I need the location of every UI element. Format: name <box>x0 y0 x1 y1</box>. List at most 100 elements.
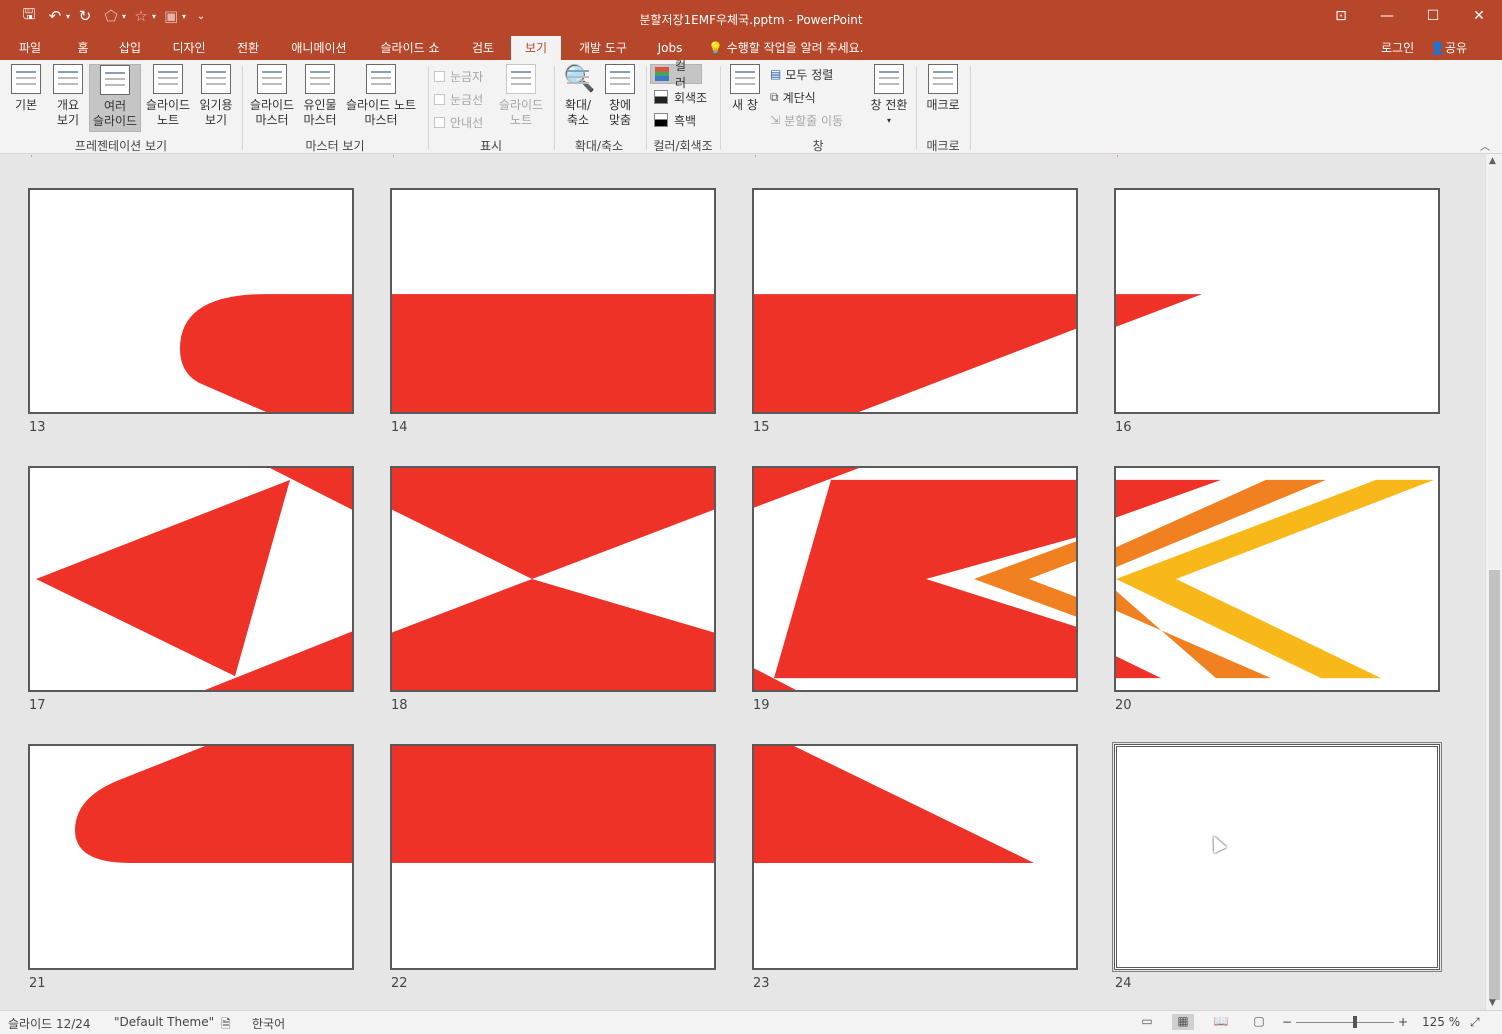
slide-sorter-label-2: 슬라이드 <box>92 114 138 128</box>
macros-button[interactable]: 매크로 <box>922 64 964 113</box>
slide-sorter-button[interactable]: 여러 슬라이드 <box>89 64 141 132</box>
handout-master-button[interactable]: 유인물 마스터 <box>300 64 340 128</box>
outline-view-label-2: 보기 <box>56 113 80 127</box>
slide-thumbnail[interactable] <box>390 744 716 970</box>
slide-number: 16 <box>1115 420 1132 435</box>
slide-counter: 슬라이드 12/24 <box>8 1017 91 1031</box>
slide-thumbnail[interactable] <box>752 744 1078 970</box>
tab-insert[interactable]: 삽입 <box>110 36 150 60</box>
slide-thumbnail[interactable] <box>752 466 1078 692</box>
slide-thumbnail[interactable] <box>1112 742 1442 972</box>
group-label-master-views: 마스터 보기 <box>305 139 365 153</box>
notes-pane-button[interactable]: 슬라이드 노트 <box>494 64 548 128</box>
reading-view-button[interactable]: 읽기용 보기 <box>196 64 236 128</box>
reading-view-icon[interactable]: 📖 <box>1210 1014 1232 1030</box>
tell-me-search[interactable]: 💡 수행할 작업을 알려 주세요. <box>708 36 863 60</box>
slide-sorter-view-icon[interactable]: ▦ <box>1172 1014 1194 1030</box>
normal-view-icon[interactable]: ▭ <box>1136 1014 1158 1030</box>
cascade-label: 계단식 <box>782 90 816 105</box>
slide-thumbnail[interactable] <box>752 188 1078 414</box>
notes-page-icon <box>153 64 183 94</box>
switch-windows-button[interactable]: 창 전환 ▾ <box>866 64 912 128</box>
guides-checkbox[interactable]: 안내선 <box>434 114 483 131</box>
slide-number: 23 <box>753 976 770 991</box>
notes-master-button[interactable]: 슬라이드 노트 마스터 <box>342 64 420 128</box>
slide-graphic <box>754 468 1076 690</box>
zoom-in-icon[interactable]: + <box>1398 1015 1408 1029</box>
zoom-level[interactable]: 125 % <box>1422 1015 1460 1029</box>
move-split-label: 분할줄 이동 <box>784 113 844 128</box>
tab-home[interactable]: 홈 <box>66 36 100 60</box>
notes-page-button[interactable]: 슬라이드 노트 <box>143 64 193 128</box>
spellcheck-icon[interactable]: 🗎 <box>221 1015 231 1034</box>
gridlines-checkbox[interactable]: 눈금선 <box>434 91 483 108</box>
collapse-ribbon-icon[interactable]: ︿ <box>1480 138 1490 153</box>
slide-graphic <box>1116 294 1202 327</box>
color-label: 컬러 <box>674 59 687 90</box>
maximize-button[interactable]: ☐ <box>1410 0 1456 32</box>
reading-view-icon <box>201 64 231 94</box>
slide-thumbnail[interactable] <box>390 466 716 692</box>
color-swatch-icon <box>655 67 669 81</box>
color-button[interactable]: 컬러 <box>650 59 702 90</box>
close-button[interactable]: ✕ <box>1456 0 1502 32</box>
zoom-slider-thumb[interactable] <box>1353 1016 1357 1028</box>
tab-slideshow[interactable]: 슬라이드 쇼 <box>370 36 450 60</box>
slide-thumbnail[interactable] <box>390 188 716 414</box>
tab-developer[interactable]: 개발 도구 <box>570 36 636 60</box>
previous-row-number-fragment: · <box>392 154 395 162</box>
cascade-button[interactable]: ⧉ 계단식 <box>766 87 820 107</box>
outline-view-button[interactable]: 개요 보기 <box>48 64 88 128</box>
normal-view-button[interactable]: 기본 <box>6 64 46 113</box>
language-indicator[interactable]: 한국어 <box>252 1015 285 1032</box>
tab-file[interactable]: 파일 <box>8 36 52 60</box>
tab-transitions[interactable]: 전환 <box>226 36 270 60</box>
zoom-slider-track[interactable] <box>1296 1022 1394 1023</box>
zoom-out-icon[interactable]: − <box>1282 1015 1292 1029</box>
grayscale-button[interactable]: 회색조 <box>650 87 711 107</box>
new-window-button[interactable]: 새 창 <box>726 64 764 113</box>
tab-view[interactable]: 보기 <box>511 36 561 60</box>
vertical-scrollbar[interactable]: ▲ ▼ <box>1485 154 1502 1010</box>
arrange-all-button[interactable]: ▤ 모두 정렬 <box>766 64 837 84</box>
slide-thumbnail[interactable] <box>28 188 354 414</box>
ruler-checkbox[interactable]: 눈금자 <box>434 68 483 85</box>
fit-slide-icon[interactable]: ⤢ <box>1470 1015 1480 1030</box>
macros-label: 매크로 <box>926 98 960 112</box>
minimize-button[interactable]: — <box>1364 0 1410 32</box>
slide-number: 19 <box>753 698 770 713</box>
slide-graphic <box>180 294 352 412</box>
notes-master-label-2: 마스터 <box>364 113 398 127</box>
scroll-up-icon[interactable]: ▲ <box>1489 156 1496 166</box>
slide-number: 15 <box>753 420 770 435</box>
ribbon-display-options-icon[interactable]: ⊡ <box>1318 0 1364 32</box>
slide-number: 18 <box>391 698 408 713</box>
tab-design[interactable]: 디자인 <box>164 36 214 60</box>
slide-graphic <box>1117 747 1437 967</box>
bw-label: 흑백 <box>674 113 697 128</box>
slide-thumbnail[interactable] <box>1114 466 1440 692</box>
share-label: 공유 <box>1444 41 1468 55</box>
tab-animations[interactable]: 애니메이션 <box>282 36 356 60</box>
slide-thumbnail[interactable] <box>1114 188 1440 414</box>
slide-thumbnail[interactable] <box>28 466 354 692</box>
move-split-button[interactable]: ⇲ 분할줄 이동 <box>766 110 847 130</box>
macros-icon <box>928 64 958 94</box>
grayscale-label: 회색조 <box>674 90 708 105</box>
scroll-thumb[interactable] <box>1489 570 1500 1000</box>
slide-thumbnail[interactable] <box>28 744 354 970</box>
tab-review[interactable]: 검토 <box>462 36 504 60</box>
slideshow-view-icon[interactable]: ▢ <box>1248 1014 1270 1030</box>
fit-to-window-button[interactable]: 창에 맞춤 <box>600 64 640 128</box>
share-button[interactable]: 👤공유 <box>1430 36 1467 60</box>
zoom-button[interactable]: 🔍 확대/ 축소 <box>558 64 598 128</box>
handout-master-label-2: 마스터 <box>303 113 337 127</box>
slide-sorter-pane[interactable]: · · · · 13 14 15 16 17 18 19 20 21 22 23 24 <box>0 154 1485 1010</box>
previous-row-number-fragment: · <box>1116 154 1119 162</box>
ruler-label: 눈금자 <box>450 70 484 84</box>
black-white-button[interactable]: 흑백 <box>650 110 700 130</box>
group-label-show: 표시 <box>479 139 503 153</box>
scroll-down-icon[interactable]: ▼ <box>1489 998 1496 1008</box>
slide-master-button[interactable]: 슬라이드 마스터 <box>246 64 298 128</box>
login-link[interactable]: 로그인 <box>1381 36 1414 60</box>
